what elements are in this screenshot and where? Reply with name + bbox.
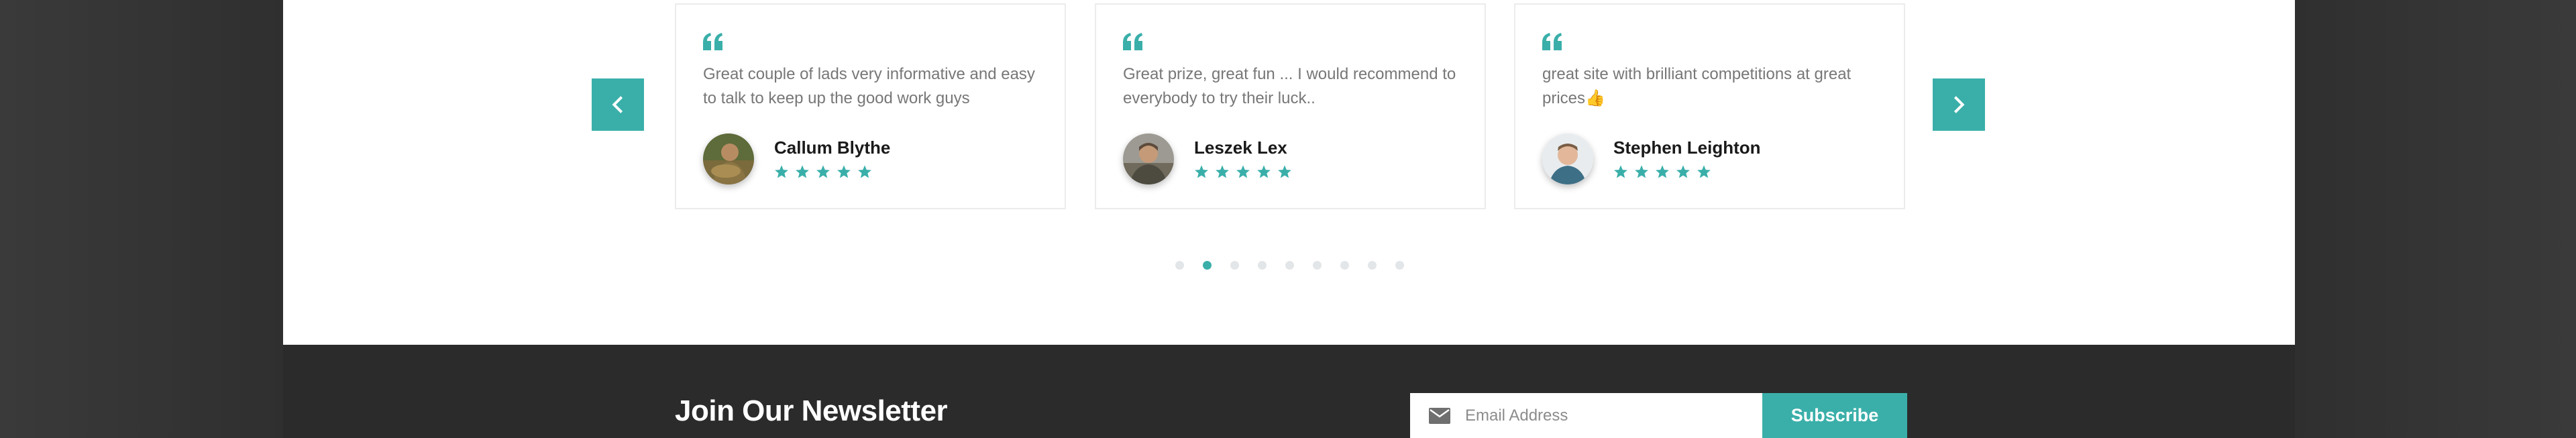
review-text: great site with brilliant competitions a… [1542,65,1851,107]
mail-icon [1429,408,1450,424]
testimonial-card: Great couple of lads very informative an… [675,3,1066,209]
testimonial-card: great site with brilliant competitions a… [1514,3,1905,209]
avatar [1542,133,1593,184]
star-icon [1676,165,1690,178]
star-icon [1195,165,1208,178]
chevron-right-icon [1953,96,1965,113]
avatar [703,133,754,184]
carousel-dot[interactable] [1395,261,1404,270]
quote-icon [1123,33,1142,50]
page-background-left [0,0,283,438]
avatar [1123,133,1174,184]
testimonial-card: Great prize, great fun ... I would recom… [1095,3,1486,209]
carousel-next-button[interactable] [1933,78,1985,131]
carousel-dot[interactable] [1285,261,1294,270]
star-icon [1614,165,1627,178]
review-text: Great couple of lads very informative an… [703,65,1035,107]
star-icon [1635,165,1648,178]
star-icon [1257,165,1271,178]
page-background-right [2295,0,2576,438]
carousel-dot[interactable] [1175,261,1184,270]
star-icon [1697,165,1711,178]
carousel-prev-button[interactable] [592,78,644,131]
email-field [1410,393,1762,438]
star-icon [837,165,851,178]
star-icon [775,165,788,178]
carousel-dot[interactable] [1313,261,1322,270]
star-icon [816,165,830,178]
star-icon [1656,165,1669,178]
newsletter-section: Join Our Newsletter Subscribe [283,345,2295,438]
testimonials-section: Great couple of lads very informative an… [283,0,2295,345]
chevron-left-icon [612,96,623,113]
star-icon [858,165,871,178]
newsletter-title: Join Our Newsletter [675,394,948,427]
carousel-dot[interactable] [1340,261,1349,270]
star-icon [796,165,809,178]
star-rating [774,164,872,179]
carousel-dot[interactable] [1258,261,1267,270]
quote-icon [703,33,722,50]
carousel-dot[interactable] [1368,261,1377,270]
star-icon [1236,165,1250,178]
carousel-dot[interactable] [1230,261,1239,270]
review-text: Great prize, great fun ... I would recom… [1123,65,1456,107]
reviewer-name: Leszek Lex [1194,138,1287,158]
star-rating [1613,164,1711,179]
star-rating [1194,164,1292,179]
reviewer-name: Callum Blythe [774,138,891,158]
star-icon [1216,165,1229,178]
subscribe-button[interactable]: Subscribe [1762,393,1907,438]
carousel-dot-active[interactable] [1203,261,1212,270]
carousel-pagination [1175,261,1404,270]
star-icon [1278,165,1291,178]
quote-icon [1542,33,1562,50]
page-wrapper: Great couple of lads very informative an… [283,0,2295,438]
email-input[interactable] [1465,401,1747,431]
reviewer-name: Stephen Leighton [1613,138,1761,158]
